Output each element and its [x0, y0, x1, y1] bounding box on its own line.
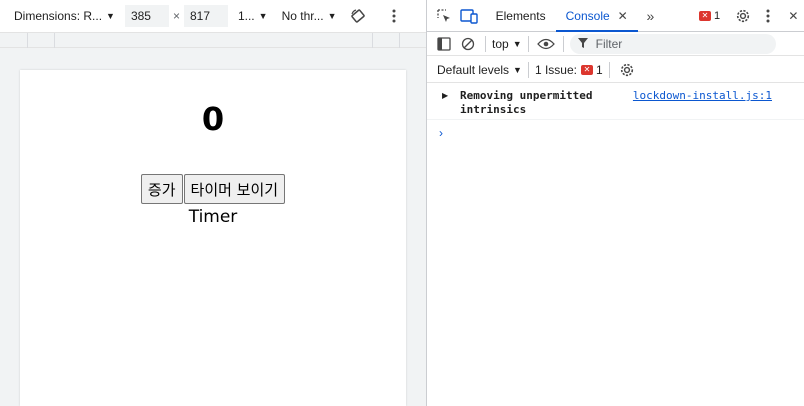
separator [608, 61, 610, 78]
chevron-down-icon: ▼ [327, 11, 337, 21]
clear-console-icon[interactable] [457, 33, 479, 55]
sidebar-toggle-icon[interactable] [433, 33, 455, 55]
device-toggle-icon[interactable] [458, 5, 479, 27]
width-input[interactable] [124, 5, 169, 27]
inspect-element-icon[interactable] [433, 5, 454, 27]
ruler-mark [27, 33, 28, 48]
rotate-icon[interactable] [347, 5, 369, 27]
default-levels-label: Default levels [437, 62, 510, 77]
chevron-down-icon: ▼ [512, 38, 522, 49]
error-badge[interactable]: ✕ 1 [699, 10, 720, 22]
separator [527, 61, 529, 78]
ruler-mark [54, 33, 55, 48]
show-timer-button[interactable]: 타이머 보이기 [183, 174, 286, 204]
console-messages: ▶ Removing unpermitted intrinsics lockdo… [427, 84, 804, 406]
issues-label: 1 Issue: [534, 62, 577, 77]
console-settings-gear-icon[interactable] [616, 59, 638, 81]
error-count: 1 [714, 9, 721, 22]
separator [485, 35, 486, 52]
console-message[interactable]: ▶ Removing unpermitted intrinsics lockdo… [427, 84, 804, 120]
eye-icon[interactable] [535, 33, 557, 55]
console-prompt-icon[interactable]: › [439, 126, 443, 140]
tab-label: Elements [495, 8, 546, 23]
issue-icon: ✕ [581, 64, 593, 75]
more-options-icon[interactable] [383, 5, 405, 27]
more-tabs-icon[interactable]: » [640, 5, 661, 27]
more-options-icon[interactable] [757, 5, 778, 27]
ruler-mark [372, 33, 373, 48]
close-icon[interactable]: ✕ [618, 9, 628, 23]
count-display: 0 [201, 100, 225, 138]
zoom-label: 1... [237, 9, 255, 23]
close-devtools-icon[interactable]: ✕ [783, 5, 804, 27]
tab-console[interactable]: Console ✕ [555, 0, 638, 32]
settings-gear-icon[interactable] [732, 5, 753, 27]
console-levels-bar: Default levels ▼ 1 Issue: ✕ 1 [427, 57, 804, 83]
separator [527, 35, 529, 52]
media-query-ruler [0, 32, 426, 48]
ruler-mark [399, 33, 400, 48]
tab-elements[interactable]: Elements [486, 0, 556, 31]
device-toolbar: Dimensions: R... ▼ × 1... ▼ No thr... ▼ [0, 0, 426, 32]
tab-label: Console [565, 8, 610, 23]
expand-triangle-icon[interactable]: ▶ [442, 91, 448, 100]
message-source-link[interactable]: lockdown-install.js:1 [633, 89, 772, 102]
increase-button[interactable]: 증가 [140, 174, 183, 204]
throttle-select[interactable]: No thr... ▼ [282, 5, 337, 27]
default-levels-select[interactable]: Default levels ▼ [437, 59, 522, 81]
context-select[interactable]: top ▼ [492, 33, 522, 55]
issues-link[interactable]: 1 Issue: ✕ 1 [535, 63, 603, 77]
zoom-select[interactable]: 1... ▼ [238, 5, 268, 27]
devtools-panel: Elements Console ✕ » ✕ 1 ✕ top ▼ Filter … [427, 0, 804, 406]
times-symbol: × [172, 9, 180, 23]
chevron-down-icon: ▼ [513, 64, 522, 75]
throttle-label: No thr... [281, 9, 324, 23]
filter-placeholder: Filter [595, 36, 623, 51]
chevron-down-icon: ▼ [258, 11, 268, 21]
button-row: 증가 타이머 보이기 [20, 174, 406, 204]
console-toolbar: top ▼ Filter [427, 32, 804, 56]
context-label: top [492, 36, 509, 51]
message-text: Removing unpermitted intrinsics [460, 89, 593, 116]
dimensions-label: Dimensions: R... [14, 9, 103, 23]
dimensions-select[interactable]: Dimensions: R... ▼ [14, 5, 115, 27]
timer-text: Timer [188, 207, 238, 227]
device-emulation-pane: Dimensions: R... ▼ × 1... ▼ No thr... ▼ … [0, 0, 426, 406]
filter-icon [577, 37, 588, 51]
chevron-down-icon: ▼ [106, 11, 115, 21]
filter-input[interactable]: Filter [569, 33, 776, 54]
separator [562, 35, 564, 52]
emulated-viewport: 0 증가 타이머 보이기 Timer [20, 70, 406, 406]
issues-count: 1 [596, 62, 603, 77]
error-icon: ✕ [699, 10, 712, 21]
height-input[interactable] [183, 5, 228, 27]
devtools-tabbar: Elements Console ✕ » ✕ 1 ✕ [427, 0, 804, 32]
